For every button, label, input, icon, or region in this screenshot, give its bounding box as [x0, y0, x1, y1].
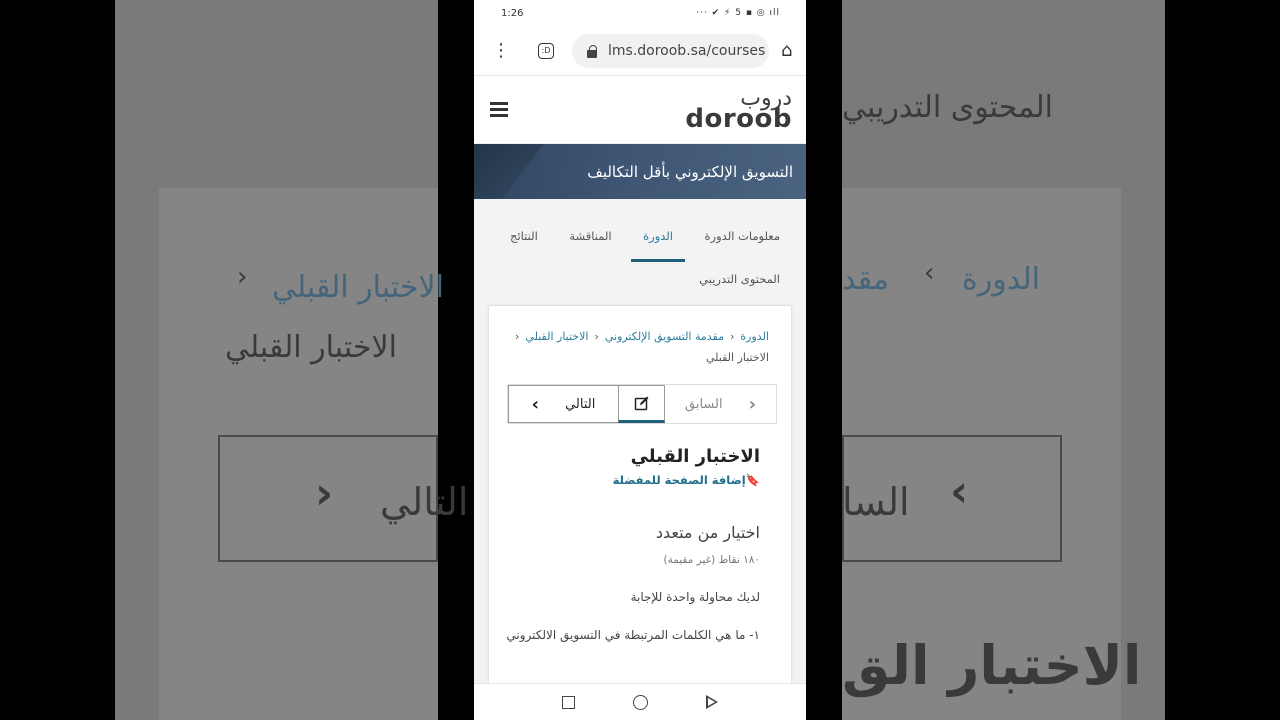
bg-heading: المحتوى التدريبي [842, 90, 1053, 125]
tab-switcher-button[interactable]: :D [538, 42, 554, 59]
question-attempts: لديك محاولة واحدة للإجابة [630, 590, 760, 604]
bookmark-link[interactable]: 🔖إضافة الصفحة للمفضلة [489, 473, 791, 487]
question-type: اختيار من متعدد [655, 523, 760, 542]
course-content: معلومات الدورة الدورة المناقشة النتائج ا… [474, 199, 806, 705]
edit-icon [634, 396, 648, 411]
breadcrumb-item-course[interactable]: الدورة [740, 330, 769, 343]
menu-icon[interactable]: ⋮ [492, 40, 510, 61]
tab-course-info[interactable]: معلومات الدورة [705, 199, 780, 262]
breadcrumb: الدورة ‹ مقدمة التسويق الإلكتروني ‹ الاختبار… [489, 306, 791, 368]
lesson-card: الدورة ‹ مقدمة التسويق الإلكتروني ‹ الاختبار… [488, 305, 792, 705]
bg-next: التالي [380, 480, 469, 524]
question-text: ١- ما هي الكلمات المرتبطة في التسويق الا… [506, 628, 760, 642]
home-icon[interactable]: ⌂ [781, 40, 792, 61]
sequence-nav: ‹ التالي السابق › [507, 384, 777, 424]
home-nav-icon[interactable] [633, 694, 648, 710]
breadcrumb-item-intro[interactable]: مقدمة التسويق الإلكتروني [605, 330, 724, 343]
bg-crumb-right: الدورة [962, 262, 1040, 297]
back-icon[interactable] [706, 695, 718, 709]
course-banner: التسويق الإلكتروني بأقل التكاليف [474, 144, 806, 199]
background-right-panel: المحتوى التدريبي الدورة مقد › السا › الا… [842, 0, 1165, 720]
android-nav-bar [474, 683, 806, 720]
subnav-training-content[interactable]: المحتوى التدريبي [474, 272, 806, 286]
phone-screen: 1:26 ··· ✔ ⚡ 5 ▪ ◎ ıll ⋮ :D lms.doroob.s… [474, 0, 806, 720]
current-unit-button[interactable] [618, 385, 665, 423]
address-bar[interactable]: lms.doroob.sa/courses [572, 33, 769, 68]
lock-icon [586, 44, 597, 58]
page-title: الاختبار القبلي [630, 446, 760, 467]
breadcrumb-current: الاختبار القبلي [705, 351, 769, 364]
next-button[interactable]: ‹ التالي [508, 385, 618, 423]
chevron-right-icon: › [748, 393, 756, 415]
previous-button[interactable]: السابق › [665, 385, 776, 423]
browser-toolbar: ⋮ :D lms.doroob.sa/courses ⌂ [474, 26, 806, 76]
question-points: ١٨٠ نقاط (غير مقيمة) [663, 554, 760, 566]
background-left-panel: الاختبار القبلي الاختبار القبلي ‹ التالي… [115, 0, 468, 720]
recents-icon[interactable] [562, 695, 575, 709]
chevron-left-icon: ‹ [594, 330, 599, 343]
breadcrumb-item-pretest[interactable]: الاختبار القبلي [525, 330, 588, 343]
status-time: 1:26 [501, 7, 524, 19]
bookmark-icon: 🔖 [745, 473, 760, 487]
chevron-left-icon: ‹ [515, 330, 520, 343]
chevron-left-icon: ‹ [730, 330, 735, 343]
site-header: دروب doroob [474, 76, 806, 144]
tab-discussion[interactable]: المناقشة [569, 199, 611, 262]
hamburger-menu-icon[interactable] [490, 99, 508, 120]
bg-title: الاختبار القبلي [225, 330, 397, 365]
bg-chevron: ‹ [237, 262, 248, 292]
bg-crumb: الاختبار القبلي [272, 270, 444, 305]
chevron-left-icon: ‹ [531, 393, 540, 415]
doroob-logo[interactable]: دروب doroob [685, 87, 792, 132]
tab-results[interactable]: النتائج [510, 199, 538, 262]
course-tabs: معلومات الدورة الدورة المناقشة النتائج [474, 199, 806, 262]
url-text: lms.doroob.sa/courses [608, 42, 766, 59]
tab-course[interactable]: الدورة [631, 199, 685, 262]
status-bar: 1:26 ··· ✔ ⚡ 5 ▪ ◎ ıll [474, 0, 806, 26]
course-title: التسويق الإلكتروني بأقل التكاليف [587, 162, 793, 181]
status-icons: ··· ✔ ⚡ 5 ▪ ◎ ıll [696, 8, 780, 18]
